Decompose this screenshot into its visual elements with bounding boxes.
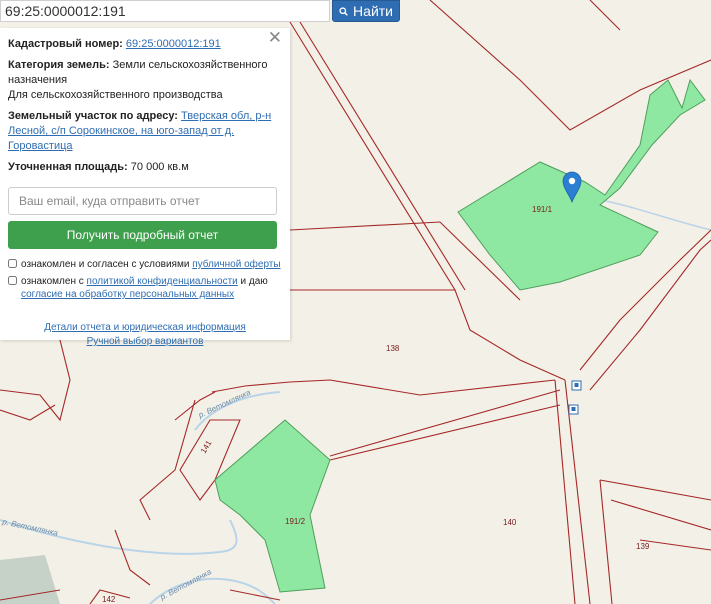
parcel-info-panel: ✕ Кадастровый номер: 69:25:0000012:191 К… [0,28,290,347]
bus-stop-icon [568,404,579,415]
offer-consent-text: ознакомлен и согласен с условиями публич… [21,258,281,271]
area-value: 70 000 кв.м [130,161,189,173]
land-category-row: Категория земель: Земли сельскохозяйстве… [8,58,282,103]
parcel-label-191-1: 191/1 [532,205,553,214]
area-label: Уточненная площадь: [8,161,128,173]
cadastral-number-link[interactable]: 69:25:0000012:191 [126,38,221,50]
cadastral-number-label: Кадастровый номер: [8,38,123,50]
cadastral-number-row: Кадастровый номер: 69:25:0000012:191 [8,37,282,52]
close-icon[interactable]: ✕ [268,29,282,46]
offer-consent-checkbox[interactable] [8,259,17,268]
search-button-label: Найти [353,3,393,19]
manual-selection-link[interactable]: Ручной выбор вариантов [8,335,282,349]
land-usage-value: Для сельскохозяйственного производства [8,89,223,101]
land-category-label: Категория земель: [8,59,110,71]
search-icon [339,6,348,16]
parcel-label-138: 138 [386,344,400,353]
parcel-label-139: 139 [636,542,650,551]
search-button[interactable]: Найти [332,0,400,22]
bus-stop-icon [571,380,582,391]
privacy-consent-text: ознакомлен с политикой конфиденциальност… [21,275,282,301]
privacy-consent-checkbox-row[interactable]: ознакомлен с политикой конфиденциальност… [8,275,282,301]
parcel-label-191-2: 191/2 [285,517,306,526]
get-report-button[interactable]: Получить подробный отчет [8,221,277,249]
email-input[interactable] [8,187,277,215]
privacy-consent-prefix: ознакомлен с [21,276,87,287]
privacy-policy-link[interactable]: политикой конфиденциальности [87,276,238,287]
offer-consent-prefix: ознакомлен и согласен с условиями [21,259,193,270]
search-bar: Найти [0,0,711,22]
privacy-consent-checkbox[interactable] [8,276,17,285]
address-label: Земельный участок по адресу: [8,110,178,122]
panel-footer-links: Детали отчета и юридическая информация Р… [8,321,282,349]
cadastral-search-input[interactable] [0,0,330,22]
parcel-label-142: 142 [102,595,116,604]
report-details-link[interactable]: Детали отчета и юридическая информация [8,321,282,335]
parcel-label-140: 140 [503,518,517,527]
address-row: Земельный участок по адресу: Тверская об… [8,109,282,154]
personal-data-consent-link[interactable]: согласие на обработку персональных данны… [21,289,234,300]
privacy-consent-mid: и даю [237,276,268,287]
area-row: Уточненная площадь: 70 000 кв.м [8,160,282,175]
public-offer-link[interactable]: публичной оферты [192,259,280,270]
offer-consent-checkbox-row[interactable]: ознакомлен и согласен с условиями публич… [8,258,282,271]
